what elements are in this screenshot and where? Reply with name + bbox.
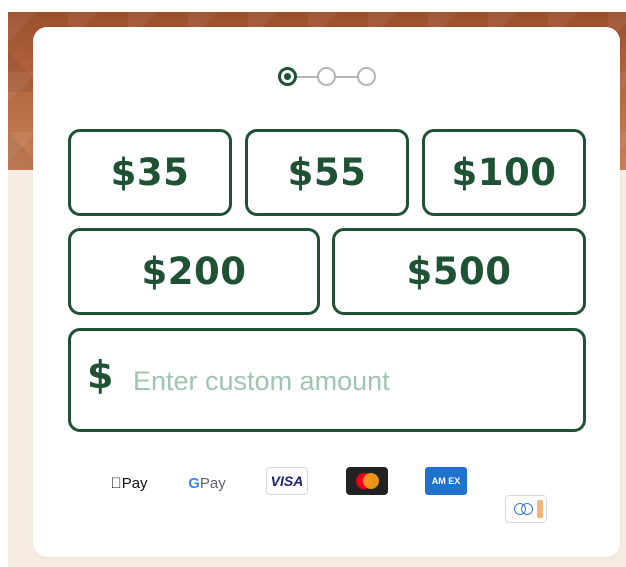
custom-amount-input[interactable] bbox=[131, 331, 575, 431]
amount-button-35[interactable]: $35 bbox=[68, 129, 232, 216]
amex-icon: AM EX bbox=[425, 467, 467, 495]
custom-amount-field[interactable]: $ bbox=[68, 328, 586, 432]
diners-club-icon bbox=[505, 495, 547, 523]
payment-methods:  Pay G Pay VISA AM EX bbox=[33, 467, 620, 523]
donation-card: $35 $55 $100 $200 $500 $  Pay G Pay VIS… bbox=[33, 27, 620, 557]
amount-button-55[interactable]: $55 bbox=[245, 129, 409, 216]
amount-button-200[interactable]: $200 bbox=[68, 228, 320, 315]
google-g-label: G bbox=[188, 474, 200, 492]
progress-stepper bbox=[33, 27, 620, 127]
mastercard-icon bbox=[346, 467, 388, 495]
google-pay-icon: G Pay bbox=[185, 467, 229, 499]
amount-button-100[interactable]: $100 bbox=[422, 129, 586, 216]
step-1-indicator[interactable] bbox=[278, 67, 297, 86]
step-3-indicator[interactable] bbox=[357, 67, 376, 86]
currency-symbol: $ bbox=[87, 353, 114, 397]
apple-pay-icon:  Pay bbox=[108, 467, 150, 499]
apple-pay-label: Pay bbox=[116, 474, 148, 492]
visa-icon: VISA bbox=[266, 467, 308, 495]
step-2-indicator[interactable] bbox=[317, 67, 336, 86]
amount-button-500[interactable]: $500 bbox=[332, 228, 586, 315]
google-pay-label: Pay bbox=[199, 474, 226, 492]
